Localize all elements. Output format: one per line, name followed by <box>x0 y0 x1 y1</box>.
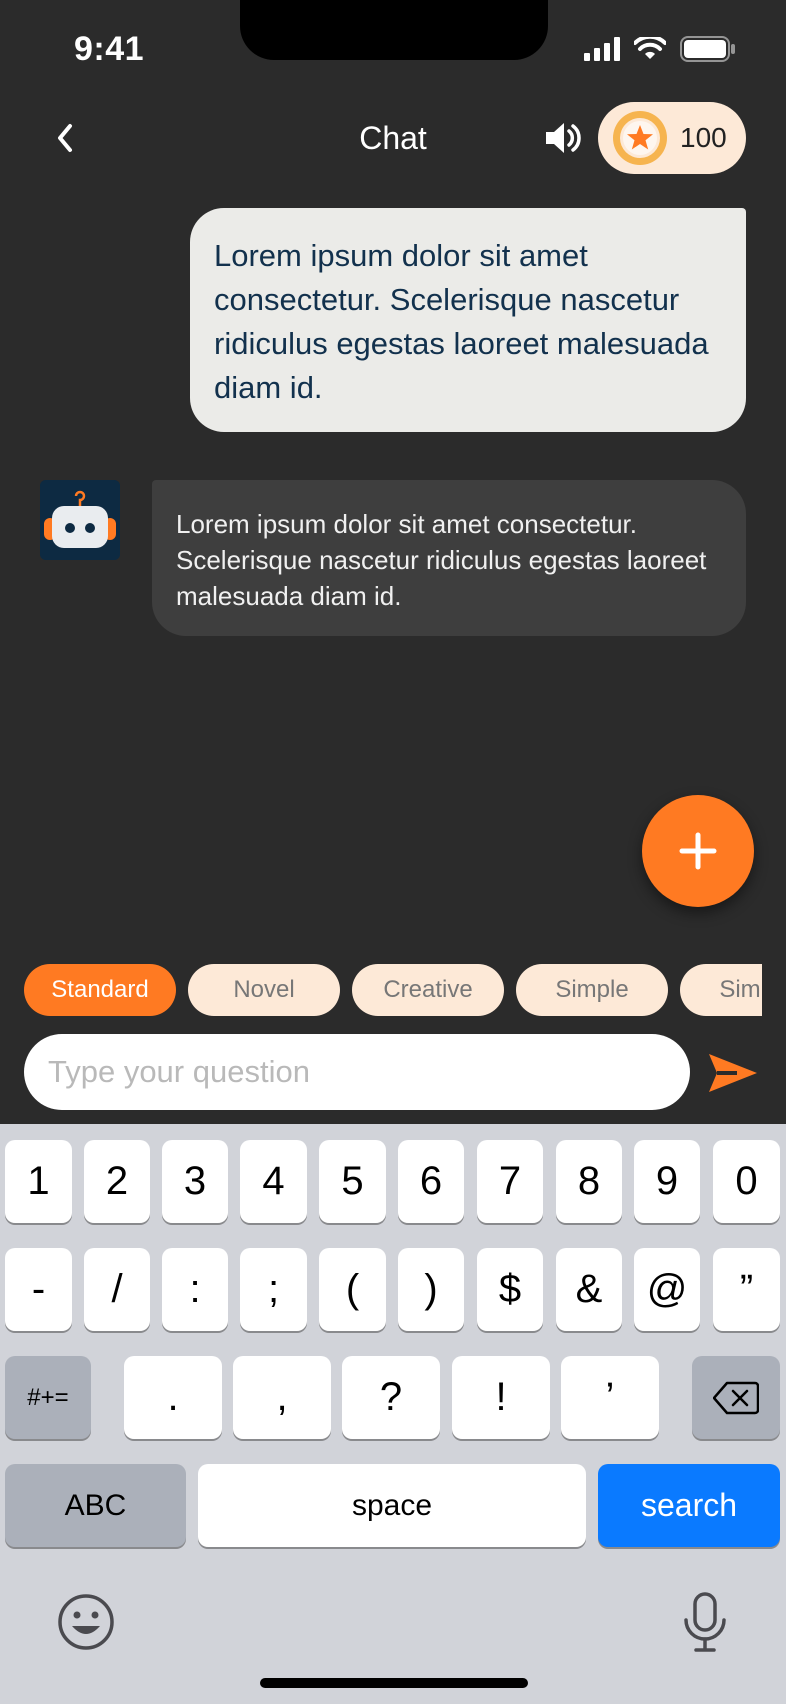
coin-balance[interactable]: 100 <box>598 102 746 174</box>
user-message-bubble: Lorem ipsum dolor sit amet consectetur. … <box>190 208 746 432</box>
bot-avatar <box>40 480 120 560</box>
key-ampersand[interactable]: & <box>556 1248 622 1331</box>
key-symbols-toggle[interactable]: #+= <box>5 1356 91 1439</box>
key-8[interactable]: 8 <box>556 1140 622 1223</box>
chip-creative[interactable]: Creative <box>352 964 504 1016</box>
key-slash[interactable]: / <box>84 1248 150 1331</box>
send-icon <box>709 1054 757 1092</box>
mode-chips: Standard Novel Creative Simple Simple <box>24 964 762 1016</box>
key-hyphen[interactable]: - <box>5 1248 72 1331</box>
key-3[interactable]: 3 <box>162 1140 228 1223</box>
key-apostrophe[interactable]: ’ <box>561 1356 659 1439</box>
backspace-key[interactable] <box>692 1356 780 1439</box>
chip-novel[interactable]: Novel <box>188 964 340 1016</box>
status-bar: 9:41 <box>0 0 786 100</box>
key-comma[interactable]: , <box>233 1356 331 1439</box>
question-input-box[interactable] <box>24 1034 690 1110</box>
keyboard: 1 2 3 4 5 6 7 8 9 0 - / : ; ( ) $ & @ ” … <box>0 1124 786 1704</box>
microphone-button[interactable] <box>680 1590 730 1654</box>
key-space[interactable]: space <box>198 1464 586 1547</box>
emoji-button[interactable] <box>56 1592 116 1652</box>
key-search[interactable]: search <box>598 1464 780 1547</box>
key-exclamation[interactable]: ! <box>452 1356 550 1439</box>
key-open-paren[interactable]: ( <box>319 1248 386 1331</box>
question-input[interactable] <box>48 1054 690 1090</box>
key-9[interactable]: 9 <box>634 1140 700 1223</box>
plus-icon <box>679 832 717 870</box>
chip-simple[interactable]: Simple <box>516 964 668 1016</box>
bot-message-bubble: Lorem ipsum dolor sit amet consectetur. … <box>152 480 746 636</box>
coin-count: 100 <box>680 122 727 153</box>
microphone-icon <box>684 1592 726 1652</box>
send-button[interactable] <box>706 1046 760 1100</box>
key-abc[interactable]: ABC <box>5 1464 186 1547</box>
key-5[interactable]: 5 <box>319 1140 386 1223</box>
key-period[interactable]: . <box>124 1356 222 1439</box>
speaker-icon <box>546 123 581 153</box>
status-time: 9:41 <box>74 30 145 68</box>
speaker-button[interactable] <box>542 118 582 158</box>
backspace-icon <box>713 1381 759 1414</box>
chip-simple-2[interactable]: Simple <box>680 964 762 1016</box>
chat-header: Chat 100 <box>0 100 786 180</box>
key-4[interactable]: 4 <box>240 1140 307 1223</box>
key-dollar[interactable]: $ <box>477 1248 543 1331</box>
key-1[interactable]: 1 <box>5 1140 72 1223</box>
key-colon[interactable]: : <box>162 1248 228 1331</box>
key-0[interactable]: 0 <box>713 1140 780 1223</box>
home-indicator <box>260 1678 528 1688</box>
wifi-icon <box>634 37 666 59</box>
chip-standard[interactable]: Standard <box>24 964 176 1016</box>
add-button[interactable] <box>642 795 754 907</box>
signal-icon <box>584 37 620 61</box>
coin-star-icon <box>613 111 667 165</box>
status-icons <box>584 36 736 62</box>
key-at[interactable]: @ <box>634 1248 700 1331</box>
key-semicolon[interactable]: ; <box>240 1248 307 1331</box>
emoji-icon <box>58 1594 114 1650</box>
key-2[interactable]: 2 <box>84 1140 150 1223</box>
battery-icon <box>680 36 735 62</box>
key-close-paren[interactable]: ) <box>398 1248 464 1331</box>
notch <box>240 0 548 60</box>
key-question[interactable]: ? <box>342 1356 440 1439</box>
key-quote[interactable]: ” <box>713 1248 780 1331</box>
key-7[interactable]: 7 <box>477 1140 543 1223</box>
key-6[interactable]: 6 <box>398 1140 464 1223</box>
robot-icon <box>40 480 120 560</box>
